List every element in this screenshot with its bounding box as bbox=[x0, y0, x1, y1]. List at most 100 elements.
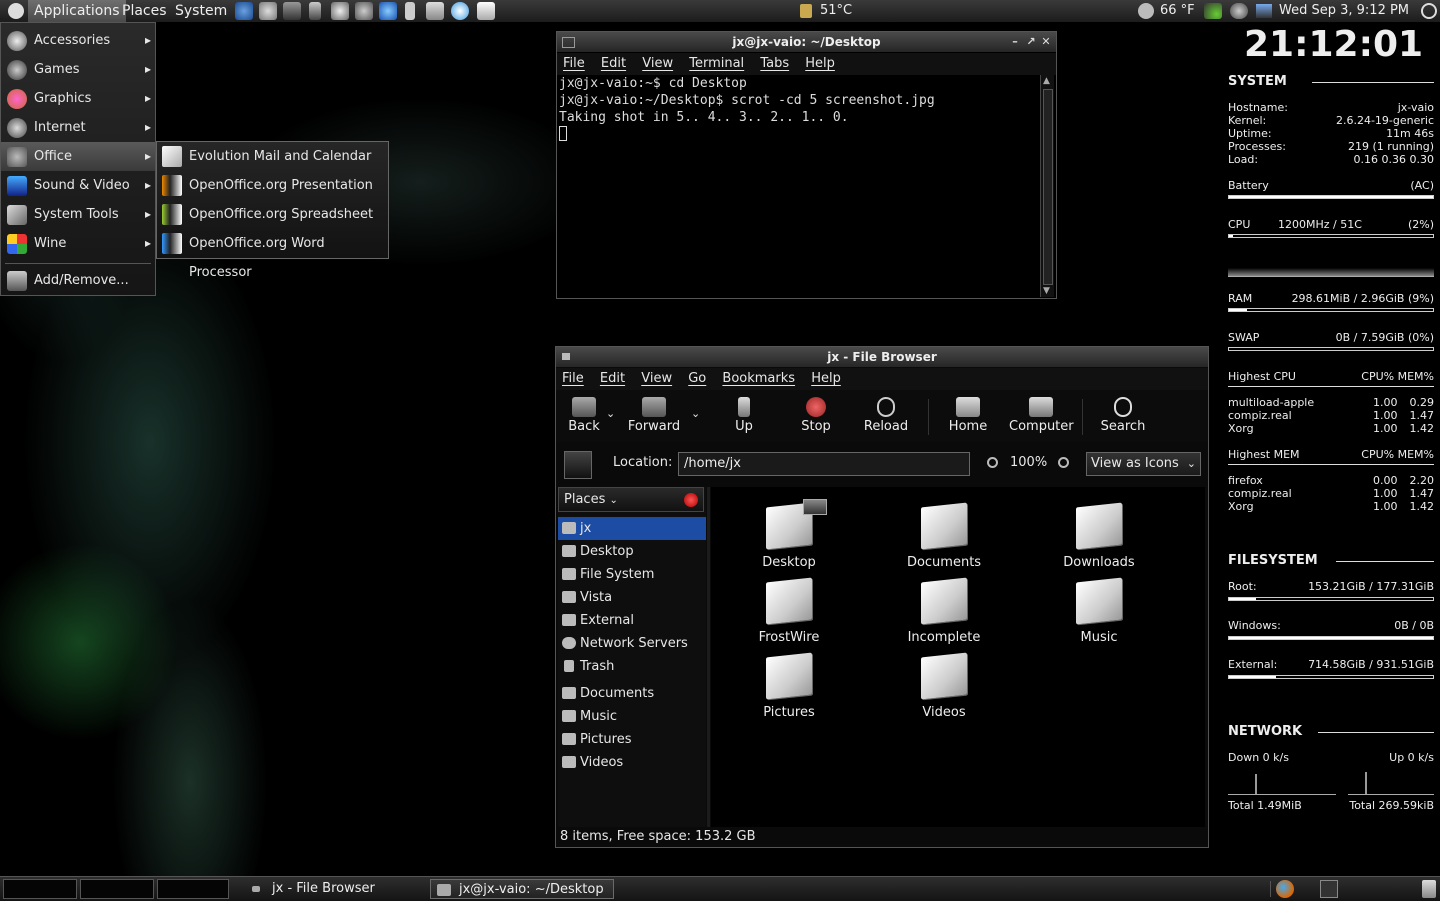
menu-item-internet[interactable]: Internet ▸ bbox=[1, 113, 155, 142]
sidebar-item-trash[interactable]: Trash bbox=[558, 655, 706, 678]
window-menu-icon[interactable] bbox=[562, 353, 570, 360]
folder-item[interactable]: Videos bbox=[884, 652, 1004, 725]
fb-menu-go[interactable]: Go bbox=[688, 371, 706, 386]
maximize-button[interactable]: ↗ bbox=[1024, 32, 1038, 52]
terminal-menu-edit[interactable]: Edit bbox=[601, 56, 626, 71]
fb-menu-edit[interactable]: Edit bbox=[600, 371, 625, 386]
trash-icon[interactable] bbox=[1422, 880, 1436, 898]
terminal-menu-help[interactable]: Help bbox=[805, 56, 835, 71]
applications-menu[interactable]: Applications bbox=[28, 0, 126, 22]
menu-item-evolution[interactable]: Evolution Mail and Calendar bbox=[157, 142, 388, 171]
tool-launcher-icon[interactable] bbox=[405, 2, 415, 20]
terminal-titlebar[interactable]: jx@jx-vaio: ~/Desktop – ↗ ✕ bbox=[557, 32, 1056, 52]
terminal-scrollbar[interactable]: ▲ ▼ bbox=[1040, 75, 1054, 297]
reload-button[interactable]: Reload bbox=[862, 393, 910, 439]
sidebar-item-file-system[interactable]: File System bbox=[558, 563, 706, 586]
fb-menu-bookmarks[interactable]: Bookmarks bbox=[722, 371, 795, 386]
taskbar-terminal[interactable]: jx@jx-vaio: ~/Desktop bbox=[430, 879, 614, 899]
sidebar-item-external[interactable]: External bbox=[558, 609, 706, 632]
menu-item-graphics[interactable]: Graphics ▸ bbox=[1, 84, 155, 113]
media-player-launcher-icon[interactable] bbox=[331, 2, 349, 20]
menu-item-games[interactable]: Games ▸ bbox=[1, 55, 155, 84]
menu-item-spreadsheet[interactable]: OpenOffice.org Spreadsheet bbox=[157, 200, 388, 229]
menu-item-accessories[interactable]: Accessories ▸ bbox=[1, 26, 155, 55]
location-input[interactable]: /home/jx bbox=[678, 452, 970, 476]
workspace-switcher[interactable] bbox=[1320, 880, 1338, 898]
sidebar-bookmark-music[interactable]: Music bbox=[558, 705, 706, 728]
pane-resize-handle[interactable] bbox=[707, 487, 710, 827]
scroll-up-arrow-icon[interactable]: ▲ bbox=[1043, 76, 1050, 86]
window-menu-icon[interactable] bbox=[562, 37, 575, 48]
network-status-icon[interactable] bbox=[1204, 3, 1222, 19]
folder-item[interactable]: Incomplete bbox=[884, 577, 1004, 650]
firefox-icon[interactable] bbox=[1276, 880, 1294, 898]
forward-history-dropdown[interactable]: ⌄ bbox=[691, 407, 700, 420]
settings-tray-icon[interactable] bbox=[1230, 3, 1248, 19]
app-launcher-icon[interactable] bbox=[355, 2, 373, 20]
forward-button[interactable]: Forward bbox=[626, 393, 682, 439]
sidebar-bookmark-videos[interactable]: Videos bbox=[558, 751, 706, 774]
browser-launcher-icon[interactable] bbox=[235, 2, 253, 20]
close-button[interactable]: ✕ bbox=[1039, 32, 1053, 52]
places-menu[interactable]: Places bbox=[116, 0, 173, 22]
search-button[interactable]: Search bbox=[1098, 393, 1148, 439]
terminal-menu-file[interactable]: File bbox=[563, 56, 585, 71]
gnome-foot-icon[interactable] bbox=[8, 3, 24, 19]
network-tray-icon[interactable] bbox=[1256, 4, 1272, 18]
menu-item-presentation[interactable]: OpenOffice.org Presentation bbox=[157, 171, 388, 200]
zoom-in-icon[interactable] bbox=[1058, 457, 1069, 468]
up-button[interactable]: Up bbox=[728, 393, 760, 439]
screen-launcher-icon[interactable] bbox=[283, 2, 301, 20]
menu-item-sound-video[interactable]: Sound & Video ▸ bbox=[1, 171, 155, 200]
sidebar-item-desktop[interactable]: Desktop bbox=[558, 540, 706, 563]
network-launcher-icon[interactable] bbox=[259, 2, 277, 20]
notes-launcher-icon[interactable] bbox=[477, 2, 495, 20]
folder-item[interactable]: Music bbox=[1039, 577, 1159, 650]
menu-item-word-processor[interactable]: OpenOffice.org Word Processor bbox=[157, 229, 388, 280]
back-history-dropdown[interactable]: ⌄ bbox=[606, 407, 615, 420]
folder-item[interactable]: Desktop bbox=[729, 499, 849, 575]
sidebar-item-network-servers[interactable]: Network Servers bbox=[558, 632, 706, 655]
folder-item[interactable]: Documents bbox=[884, 502, 1004, 575]
network-load-applet[interactable] bbox=[157, 879, 229, 899]
zoom-out-icon[interactable] bbox=[987, 457, 998, 468]
weather-temperature[interactable]: 66 °F bbox=[1160, 0, 1195, 22]
memory-load-applet[interactable] bbox=[80, 879, 154, 899]
panel-clock[interactable]: Wed Sep 3, 9:12 PM bbox=[1279, 0, 1409, 22]
device-launcher-icon[interactable] bbox=[309, 2, 321, 20]
location-toggle-button[interactable] bbox=[564, 451, 592, 479]
sidebar-item-jx[interactable]: jx bbox=[558, 517, 706, 540]
close-sidebar-icon[interactable] bbox=[684, 493, 698, 507]
minimize-button[interactable]: – bbox=[1008, 32, 1022, 52]
home-button[interactable]: Home bbox=[946, 393, 990, 439]
sidebar-bookmark-pictures[interactable]: Pictures bbox=[558, 728, 706, 751]
globe-launcher-icon[interactable] bbox=[379, 2, 397, 20]
menu-item-add-remove[interactable]: Add/Remove... bbox=[1, 266, 155, 295]
fb-menu-view[interactable]: View bbox=[641, 371, 672, 386]
power-icon[interactable] bbox=[1421, 3, 1437, 19]
view-mode-select[interactable]: View as Icons ⌄ bbox=[1086, 452, 1201, 476]
folder-item[interactable]: Downloads bbox=[1039, 502, 1159, 575]
menu-item-office[interactable]: Office ▸ bbox=[1, 142, 155, 171]
folder-item[interactable]: FrostWire bbox=[729, 577, 849, 650]
sidebar-item-vista[interactable]: Vista bbox=[558, 586, 706, 609]
menu-item-wine[interactable]: Wine ▸ bbox=[1, 229, 155, 258]
terminal-output[interactable]: jx@jx-vaio:~$ cd Desktop jx@jx-vaio:~/De… bbox=[559, 75, 1041, 297]
fb-menu-help[interactable]: Help bbox=[811, 371, 841, 386]
scroll-down-arrow-icon[interactable]: ▼ bbox=[1043, 286, 1050, 296]
fb-menu-file[interactable]: File bbox=[562, 371, 584, 386]
terminal-menu-tabs[interactable]: Tabs bbox=[760, 56, 789, 71]
download-launcher-icon[interactable] bbox=[426, 2, 444, 20]
snowflake-launcher-icon[interactable] bbox=[451, 2, 469, 20]
scroll-thumb[interactable] bbox=[1043, 89, 1053, 285]
places-selector[interactable]: Places ⌄ bbox=[558, 487, 704, 512]
terminal-menu-view[interactable]: View bbox=[642, 56, 673, 71]
system-menu[interactable]: System bbox=[169, 0, 233, 22]
terminal-menu-terminal[interactable]: Terminal bbox=[689, 56, 744, 71]
folder-item[interactable]: Pictures bbox=[729, 652, 849, 725]
file-browser-titlebar[interactable]: jx - File Browser bbox=[556, 347, 1208, 367]
stop-button[interactable]: Stop bbox=[796, 393, 836, 439]
sidebar-bookmark-documents[interactable]: Documents bbox=[558, 682, 706, 705]
taskbar-file-browser[interactable]: jx - File Browser bbox=[244, 879, 429, 899]
back-button[interactable]: Back bbox=[562, 393, 606, 439]
